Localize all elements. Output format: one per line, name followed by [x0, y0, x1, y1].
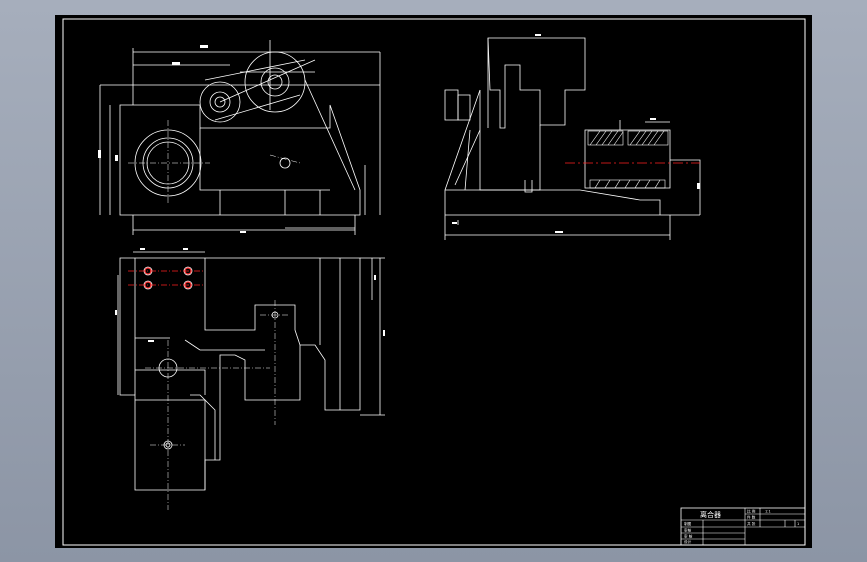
- sheet-label: 共 张: [747, 521, 756, 526]
- sheet-value: 1: [797, 522, 799, 526]
- drawn-label: 制图: [684, 521, 692, 526]
- cad-viewport[interactable]: 离合器 比 例 1:1 件 数 共 张 1 制图 审核 审 核 设计: [0, 0, 867, 562]
- part-name: 离合器: [700, 510, 721, 519]
- qty-label: 件 数: [747, 515, 756, 520]
- checked-label: 审核: [684, 528, 692, 533]
- sheet-background: [55, 15, 812, 548]
- approved-label: 审 核: [684, 534, 693, 539]
- design-label: 设计: [684, 539, 692, 544]
- drawing-sheet: 离合器 比 例 1:1 件 数 共 张 1 制图 审核 审 核 设计: [55, 15, 812, 548]
- scale-value: 1:1: [765, 510, 771, 514]
- scale-label: 比 例: [747, 509, 756, 514]
